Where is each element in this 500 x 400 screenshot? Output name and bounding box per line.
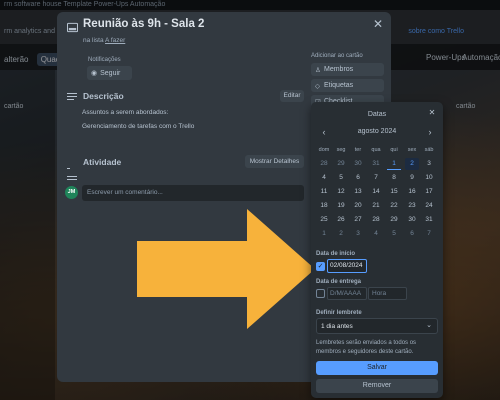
calendar-day[interactable]: 21 xyxy=(369,200,383,212)
calendar-day[interactable]: 31 xyxy=(369,158,383,170)
start-date-label: Data de início xyxy=(316,251,356,257)
calendar-day[interactable]: 29 xyxy=(387,214,401,226)
calendar-day[interactable]: 17 xyxy=(422,186,436,198)
start-date-checkbox[interactable]: ✓ xyxy=(316,262,325,271)
due-date-input[interactable]: D/M/AAAA xyxy=(327,287,367,300)
calendar-day[interactable]: 1 xyxy=(387,158,401,170)
description-heading: Descrição xyxy=(83,91,124,101)
calendar-day[interactable]: 22 xyxy=(387,200,401,212)
weekday-label: qua xyxy=(371,147,381,153)
chevron-right-icon[interactable]: › xyxy=(425,127,435,137)
calendar-day[interactable]: 23 xyxy=(405,200,419,212)
calendar-day[interactable]: 2 xyxy=(334,228,348,240)
description-line: Assuntos a serem abordados: xyxy=(82,109,169,116)
weekday-label: ter xyxy=(354,147,362,153)
calendar-day[interactable]: 12 xyxy=(334,186,348,198)
calendar-day[interactable]: 8 xyxy=(387,172,401,184)
dates-popover: Datas ✕ ‹ agosto 2024 › dom seg ter qua qui s… xyxy=(311,102,443,398)
follow-label: Seguir xyxy=(100,70,121,77)
calendar-day[interactable]: 10 xyxy=(422,172,436,184)
calendar-day[interactable]: 4 xyxy=(369,228,383,240)
calendar-day[interactable]: 6 xyxy=(351,172,365,184)
reminder-value: 1 dia antes xyxy=(321,323,353,330)
remove-button[interactable]: Remover xyxy=(316,379,438,393)
activity-icon xyxy=(67,158,77,181)
reminder-note: Lembretes serão enviados a todos os memb… xyxy=(316,340,417,355)
follow-button[interactable]: ◉ Seguir xyxy=(87,66,132,80)
calendar-day[interactable]: 30 xyxy=(405,214,419,226)
labels-button[interactable]: ◇ Etiquetas xyxy=(311,79,384,92)
due-date-label: Data de entrega xyxy=(316,279,362,285)
calendar-day[interactable]: 5 xyxy=(387,228,401,240)
calendar-day[interactable]: 29 xyxy=(334,158,348,170)
calendar-day[interactable]: 7 xyxy=(369,172,383,184)
members-label: Membros xyxy=(324,66,354,73)
edit-button[interactable]: Editar xyxy=(280,90,304,102)
card-icon xyxy=(67,22,78,33)
comment-input[interactable]: Escrever um comentário... xyxy=(82,185,304,201)
calendar-day[interactable]: 7 xyxy=(422,228,436,240)
close-icon[interactable]: ✕ xyxy=(427,108,437,117)
start-date-input[interactable]: 02/08/2024 xyxy=(327,259,367,273)
weekday-label: sáb xyxy=(424,147,434,153)
close-icon[interactable]: ✕ xyxy=(371,17,385,31)
list-prefix: na lista xyxy=(83,37,106,44)
month-label: agosto 2024 xyxy=(357,128,397,135)
calendar-day[interactable]: 13 xyxy=(351,186,365,198)
labels-label: Etiquetas xyxy=(324,82,354,89)
calendar-day[interactable]: 30 xyxy=(351,158,365,170)
calendar-day[interactable]: 3 xyxy=(351,228,365,240)
card-title[interactable]: Reunião às 9h - Sala 2 xyxy=(83,18,204,30)
members-button[interactable]: ♙ Membros xyxy=(311,63,384,76)
calendar-day[interactable]: 14 xyxy=(369,186,383,198)
calendar-day[interactable]: 2 xyxy=(405,158,419,170)
description-icon xyxy=(67,93,77,101)
calendar-day[interactable]: 4 xyxy=(317,172,331,184)
chevron-down-icon: ⌄ xyxy=(426,322,432,329)
popover-title: Datas xyxy=(367,111,387,118)
calendar-day[interactable]: 19 xyxy=(334,200,348,212)
card-list-info: na lista A fazer xyxy=(83,37,125,44)
description-line: Gerenciamento de tarefas com o Trello xyxy=(82,123,195,130)
calendar-day[interactable]: 18 xyxy=(317,200,331,212)
activity-heading: Atividade xyxy=(83,157,122,167)
weekday-label: sex xyxy=(407,147,417,153)
reminder-select[interactable]: 1 dia antes ⌄ xyxy=(316,318,438,334)
calendar-day[interactable]: 31 xyxy=(422,214,436,226)
calendar-day[interactable]: 25 xyxy=(317,214,331,226)
calendar-day[interactable]: 16 xyxy=(405,186,419,198)
add-to-card-label: Adicionar ao cartão xyxy=(311,53,363,59)
calendar-day[interactable]: 11 xyxy=(317,186,331,198)
calendar-day[interactable]: 28 xyxy=(369,214,383,226)
eye-icon: ◉ xyxy=(91,70,98,77)
due-date-checkbox[interactable] xyxy=(316,289,325,298)
notifications-label: Notificações xyxy=(88,57,121,63)
show-details-button[interactable]: Mostrar Detalhes xyxy=(245,155,304,168)
calendar-day[interactable]: 1 xyxy=(317,228,331,240)
weekday-label: seg xyxy=(336,147,346,153)
calendar-day[interactable]: 15 xyxy=(387,186,401,198)
calendar-day[interactable]: 26 xyxy=(334,214,348,226)
reminder-label: Definir lembrete xyxy=(316,310,362,316)
avatar[interactable]: JM xyxy=(65,186,78,199)
calendar-day[interactable]: 6 xyxy=(405,228,419,240)
list-link[interactable]: A fazer xyxy=(105,37,125,44)
tag-icon: ◇ xyxy=(315,83,320,90)
calendar-day[interactable]: 5 xyxy=(334,172,348,184)
weekday-label: dom xyxy=(318,147,330,153)
person-icon: ♙ xyxy=(315,67,321,74)
weekday-label: qui xyxy=(390,147,398,153)
save-button[interactable]: Salvar xyxy=(316,361,438,375)
due-time-input[interactable]: Hora xyxy=(368,287,407,300)
calendar-day[interactable]: 28 xyxy=(317,158,331,170)
calendar-day[interactable]: 20 xyxy=(351,200,365,212)
calendar-day[interactable]: 3 xyxy=(422,158,436,170)
arrow-annotation xyxy=(137,209,315,329)
calendar-day[interactable]: 27 xyxy=(351,214,365,226)
calendar-day[interactable]: 24 xyxy=(422,200,436,212)
calendar-day[interactable]: 9 xyxy=(405,172,419,184)
